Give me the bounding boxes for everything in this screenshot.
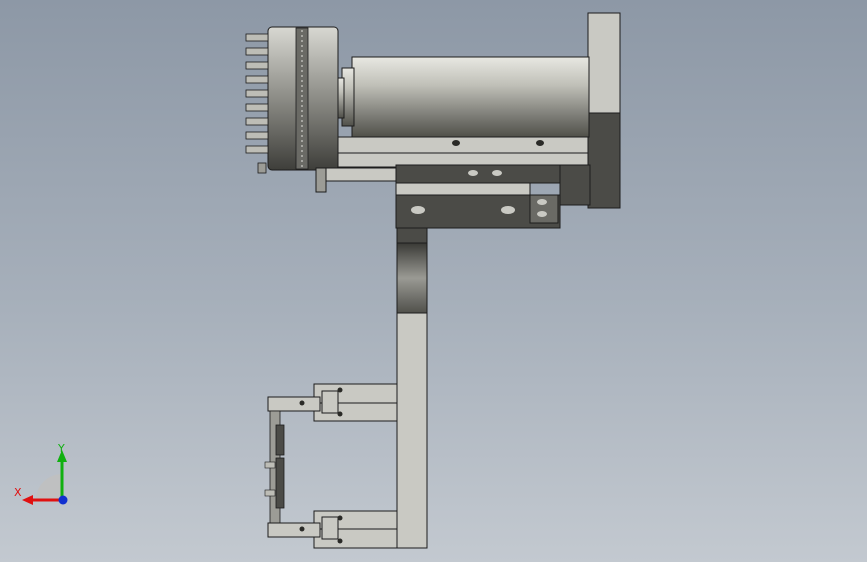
y-axis-label: Y xyxy=(57,442,65,455)
cylinder-body[interactable] xyxy=(335,56,590,138)
x-axis-arrowhead-icon xyxy=(22,495,33,505)
mounting-plate[interactable] xyxy=(315,136,591,229)
motor-flange[interactable] xyxy=(587,12,621,209)
coordinate-triad: Y X xyxy=(14,442,68,505)
z-axis-dot-icon xyxy=(58,495,68,505)
rotary-head[interactable] xyxy=(245,26,339,174)
upper-gripper[interactable] xyxy=(267,383,398,422)
gripper-fingers xyxy=(264,410,285,524)
assembly-model[interactable] xyxy=(0,0,867,562)
vertical-arm[interactable] xyxy=(396,227,428,549)
triad-plane-icon xyxy=(36,474,62,500)
x-axis-label: X xyxy=(14,486,22,499)
head-pins xyxy=(245,33,269,154)
lower-gripper[interactable] xyxy=(267,510,398,549)
cad-viewport[interactable]: Y X xyxy=(0,0,867,562)
